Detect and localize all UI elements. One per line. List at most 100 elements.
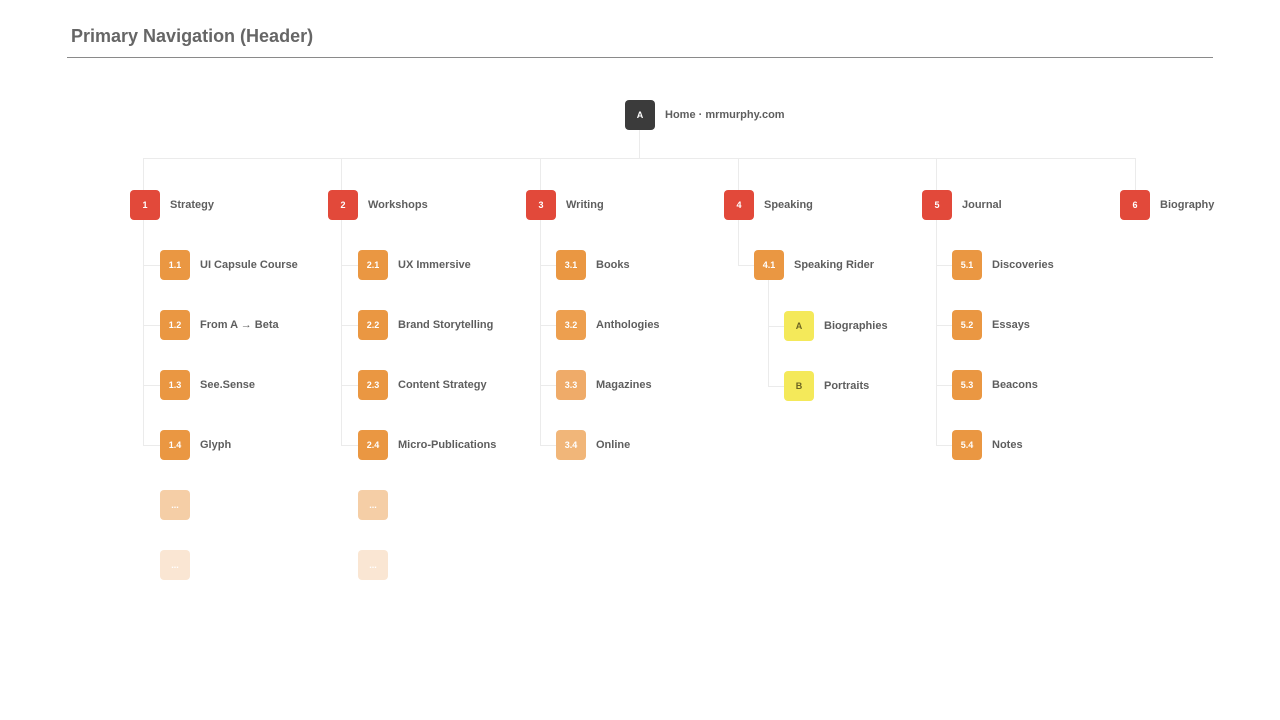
section-label: Workshops [368, 199, 428, 211]
page-online[interactable]: 3.4 Online [556, 430, 630, 460]
stub [341, 445, 358, 446]
page-essays[interactable]: 5.2 Essays [952, 310, 1030, 340]
subpage-badge: A [784, 311, 814, 341]
page-beacons[interactable]: 5.3 Beacons [952, 370, 1038, 400]
page-label: Magazines [596, 379, 652, 391]
section-1-drop [143, 158, 144, 190]
subpage-portraits[interactable]: B Portraits [784, 371, 869, 401]
stub [768, 326, 784, 327]
placeholder-node: ... [358, 550, 388, 580]
section-journal[interactable]: 5 Journal [922, 190, 1002, 220]
subpage-biographies[interactable]: A Biographies [784, 311, 888, 341]
page-speaking-rider[interactable]: 4.1 Speaking Rider [754, 250, 874, 280]
stub [936, 385, 952, 386]
stub [540, 265, 556, 266]
page-glyph[interactable]: 1.4 Glyph [160, 430, 231, 460]
stub [341, 265, 358, 266]
page-label: Speaking Rider [794, 259, 875, 271]
page-label: Beacons [992, 379, 1038, 391]
placeholder-node: ... [160, 550, 190, 580]
section-label: Strategy [170, 199, 215, 211]
section-workshops[interactable]: 2 Workshops [328, 190, 428, 220]
section-writing[interactable]: 3 Writing [526, 190, 604, 220]
stub [341, 385, 358, 386]
stub [341, 325, 358, 326]
page-badge: 1.1 [160, 250, 190, 280]
section-6-drop [1135, 158, 1136, 190]
section-badge: 3 [526, 190, 556, 220]
stub [936, 265, 952, 266]
page-badge: 2.4 [358, 430, 388, 460]
section-badge: 1 [130, 190, 160, 220]
section-badge: 2 [328, 190, 358, 220]
page-label: From A → Beta [200, 319, 279, 331]
section-3-drop [540, 158, 541, 190]
section-5-drop [936, 158, 937, 190]
stub [936, 325, 952, 326]
page-badge: 5.3 [952, 370, 982, 400]
subpage-badge: B [784, 371, 814, 401]
page-discoveries[interactable]: 5.1 Discoveries [952, 250, 1054, 280]
section-biography[interactable]: 6 Biography [1120, 190, 1214, 220]
stub [143, 445, 160, 446]
page-notes[interactable]: 5.4 Notes [952, 430, 1023, 460]
page-label: UX Immersive [398, 259, 471, 271]
page-label: Anthologies [596, 319, 660, 331]
placeholder-badge: ... [358, 550, 388, 580]
section-1-branch [143, 218, 144, 445]
section-label: Writing [566, 199, 604, 211]
page-label: Glyph [200, 439, 232, 451]
page-badge: 3.2 [556, 310, 586, 340]
page-badge: 2.2 [358, 310, 388, 340]
placeholder-badge: ... [358, 490, 388, 520]
title-divider [67, 57, 1213, 58]
section-2-branch [341, 218, 342, 445]
section-badge: 4 [724, 190, 754, 220]
page-from-a-beta[interactable]: 1.2 From A → Beta [160, 310, 279, 340]
page-micro-publications[interactable]: 2.4 Micro-Publications [358, 430, 496, 460]
page-label: Online [596, 439, 631, 451]
section-strategy[interactable]: 1 Strategy [130, 190, 214, 220]
section-4-drop [738, 158, 739, 190]
placeholder-badge: ... [160, 490, 190, 520]
page-badge: 3.4 [556, 430, 586, 460]
stub [143, 265, 160, 266]
section-5-branch [936, 218, 937, 445]
section-speaking[interactable]: 4 Speaking [724, 190, 813, 220]
root-label: Home · mrmurphy.com [665, 109, 785, 121]
page-label: Essays [992, 319, 1030, 331]
page-badge: 5.4 [952, 430, 982, 460]
section-badge: 5 [922, 190, 952, 220]
page-brand-storytelling[interactable]: 2.2 Brand Storytelling [358, 310, 493, 340]
root-node-home[interactable]: A Home · mrmurphy.com [625, 100, 785, 130]
page-books[interactable]: 3.1 Books [556, 250, 630, 280]
page-label: Notes [992, 439, 1023, 451]
page-label: Discoveries [992, 259, 1054, 271]
page-title: Primary Navigation (Header) [71, 26, 314, 46]
section-2-drop [341, 158, 342, 190]
page-anthologies[interactable]: 3.2 Anthologies [556, 310, 660, 340]
page-badge: 2.3 [358, 370, 388, 400]
section-label: Biography [1160, 199, 1215, 211]
page-content-strategy[interactable]: 2.3 Content Strategy [358, 370, 487, 400]
subsection-4-1-branch [768, 278, 769, 386]
section-badge: 6 [1120, 190, 1150, 220]
page-label: UI Capsule Course [200, 259, 298, 271]
subpage-label: Biographies [824, 320, 888, 332]
top-horizontal-connector [143, 158, 1136, 159]
placeholder-node: ... [160, 490, 190, 520]
section-3-branch [540, 218, 541, 445]
placeholder-badge: ... [160, 550, 190, 580]
page-label: Brand Storytelling [398, 319, 494, 331]
page-label: See.Sense [200, 379, 256, 391]
page-ux-immersive[interactable]: 2.1 UX Immersive [358, 250, 471, 280]
page-label: Micro-Publications [398, 439, 497, 451]
page-see-sense[interactable]: 1.3 See.Sense [160, 370, 255, 400]
page-ui-capsule-course[interactable]: 1.1 UI Capsule Course [160, 250, 298, 280]
section-4-branch [738, 218, 739, 265]
page-magazines[interactable]: 3.3 Magazines [556, 370, 652, 400]
page-badge: 3.1 [556, 250, 586, 280]
stub [540, 325, 556, 326]
stub [143, 385, 160, 386]
root-badge: A [625, 100, 655, 130]
